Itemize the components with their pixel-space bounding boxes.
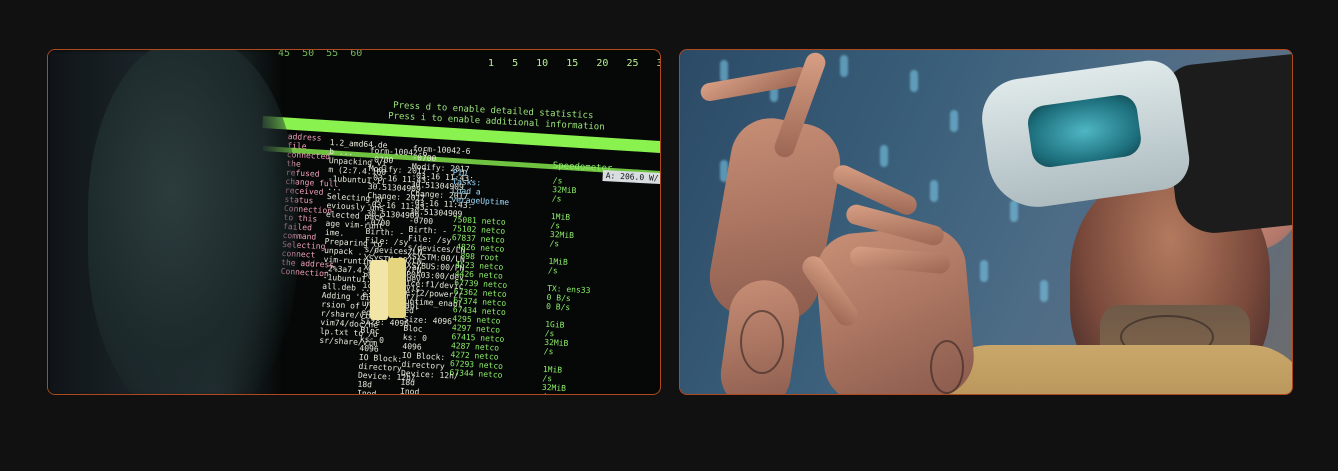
hand-tattoo <box>930 340 964 394</box>
vr-headset <box>976 56 1194 214</box>
terminal-screen-image: 45 50 55 60 1 5 10 15 20 25 30 35 40 Pre… <box>47 49 661 395</box>
arm-tattoo <box>740 310 784 374</box>
shirt <box>930 345 1292 394</box>
ruler-scale: 1 5 10 15 20 25 30 35 40 <box>488 58 660 69</box>
vr-headset-lens <box>1025 92 1144 170</box>
speed-panel: A: 206.0 W/ <box>602 170 660 185</box>
graph-bar <box>388 258 406 318</box>
light-dot <box>1040 280 1048 302</box>
vr-headset-image <box>679 49 1293 395</box>
light-dot <box>840 55 848 77</box>
process-list: 75081 netco 75102 netco 67837 netco 4826… <box>444 215 508 380</box>
light-dot <box>910 70 918 92</box>
light-dot <box>950 110 958 132</box>
foreground-person-blur <box>88 50 298 394</box>
light-dot <box>930 180 938 202</box>
light-dot <box>1010 200 1018 222</box>
network-rates: /s 32MiB /s 1MiB /s 32MiB /s 1MiB /s TX:… <box>541 176 591 394</box>
terminal-screen: 45 50 55 60 1 5 10 15 20 25 30 35 40 Pre… <box>48 50 660 394</box>
light-dot <box>880 145 888 167</box>
light-dot <box>980 260 988 282</box>
ruler-top: 45 50 55 60 <box>278 49 363 59</box>
task-header-column: PID Tasks: Load a verageUptime <box>451 168 510 207</box>
graph-bar <box>370 260 388 320</box>
